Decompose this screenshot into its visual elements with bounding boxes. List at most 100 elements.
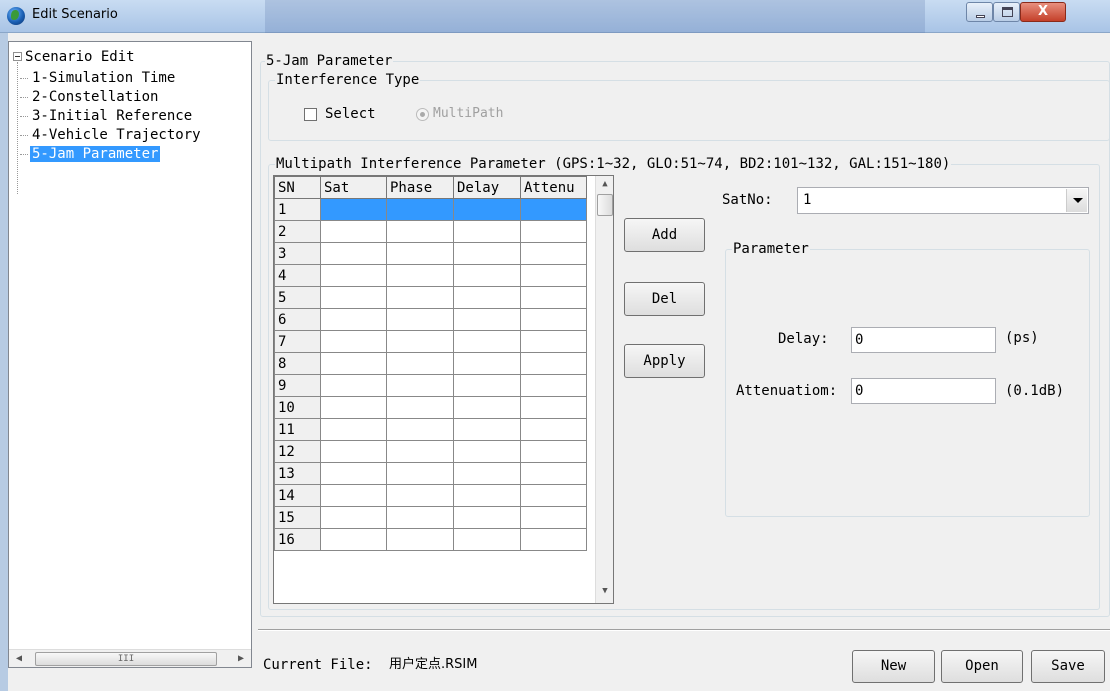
row-sn[interactable]: 10 — [274, 396, 321, 419]
cell-delay[interactable] — [453, 308, 521, 331]
cell-attenu[interactable] — [520, 220, 587, 243]
chevron-down-icon[interactable] — [1066, 189, 1087, 212]
cell-phase[interactable] — [386, 484, 454, 507]
cell-sat[interactable] — [320, 418, 387, 441]
row-sn[interactable]: 16 — [274, 528, 321, 551]
cell-sat[interactable] — [320, 484, 387, 507]
scenario-tree[interactable]: Scenario Edit 1-Simulation Time 2-Conste… — [8, 41, 252, 668]
cell-phase[interactable] — [386, 462, 454, 485]
cell-sat[interactable] — [320, 462, 387, 485]
scroll-right-icon[interactable]: ▶ — [235, 653, 247, 665]
cell-attenu[interactable] — [520, 418, 587, 441]
table-row[interactable]: 13 — [274, 462, 587, 485]
cell-sat[interactable] — [320, 198, 387, 221]
table-row[interactable]: 5 — [274, 286, 587, 309]
cell-sat[interactable] — [320, 286, 387, 309]
cell-attenu[interactable] — [520, 506, 587, 529]
scroll-thumb[interactable] — [597, 194, 613, 216]
cell-delay[interactable] — [453, 264, 521, 287]
add-button[interactable]: Add — [624, 218, 705, 252]
cell-sat[interactable] — [320, 440, 387, 463]
cell-phase[interactable] — [386, 440, 454, 463]
select-checkbox[interactable] — [304, 108, 317, 121]
grid-header-attenu[interactable]: Attenu — [520, 176, 587, 199]
cell-delay[interactable] — [453, 462, 521, 485]
cell-sat[interactable] — [320, 352, 387, 375]
tree-item-jam-parameter[interactable]: 5-Jam Parameter — [20, 145, 162, 164]
tree-item-vehicle-trajectory[interactable]: 4-Vehicle Trajectory — [20, 126, 203, 145]
tree-item-constellation[interactable]: 2-Constellation — [20, 88, 160, 107]
cell-phase[interactable] — [386, 242, 454, 265]
minimize-button[interactable] — [966, 2, 993, 22]
cell-phase[interactable] — [386, 308, 454, 331]
tree-horizontal-scrollbar[interactable]: ◀ III ▶ — [9, 649, 251, 667]
scroll-up-icon[interactable]: ▲ — [599, 179, 611, 189]
row-sn[interactable]: 6 — [274, 308, 321, 331]
row-sn[interactable]: 11 — [274, 418, 321, 441]
cell-phase[interactable] — [386, 220, 454, 243]
table-row[interactable]: 10 — [274, 396, 587, 419]
row-sn[interactable]: 15 — [274, 506, 321, 529]
row-sn[interactable]: 5 — [274, 286, 321, 309]
table-row[interactable]: 3 — [274, 242, 587, 265]
attenuation-field[interactable]: 0 — [851, 378, 996, 404]
row-sn[interactable]: 4 — [274, 264, 321, 287]
cell-attenu[interactable] — [520, 308, 587, 331]
tree-root[interactable]: Scenario Edit — [13, 48, 135, 66]
cell-delay[interactable] — [453, 484, 521, 507]
del-button[interactable]: Del — [624, 282, 705, 316]
cell-attenu[interactable] — [520, 352, 587, 375]
table-row[interactable]: 12 — [274, 440, 587, 463]
cell-phase[interactable] — [386, 418, 454, 441]
cell-phase[interactable] — [386, 198, 454, 221]
save-button[interactable]: Save — [1031, 650, 1105, 683]
cell-phase[interactable] — [386, 286, 454, 309]
cell-delay[interactable] — [453, 198, 521, 221]
row-sn[interactable]: 12 — [274, 440, 321, 463]
cell-sat[interactable] — [320, 330, 387, 353]
cell-delay[interactable] — [453, 374, 521, 397]
row-sn[interactable]: 3 — [274, 242, 321, 265]
cell-delay[interactable] — [453, 242, 521, 265]
table-row[interactable]: 1 — [274, 198, 587, 221]
cell-phase[interactable] — [386, 396, 454, 419]
scroll-thumb[interactable]: III — [35, 652, 217, 666]
cell-delay[interactable] — [453, 286, 521, 309]
delay-field[interactable]: 0 — [851, 327, 996, 353]
cell-delay[interactable] — [453, 396, 521, 419]
row-sn[interactable]: 8 — [274, 352, 321, 375]
new-button[interactable]: New — [852, 650, 935, 683]
open-button[interactable]: Open — [941, 650, 1023, 683]
satno-select[interactable]: 1 — [797, 187, 1089, 214]
cell-attenu[interactable] — [520, 286, 587, 309]
apply-button[interactable]: Apply — [624, 344, 705, 378]
cell-attenu[interactable] — [520, 528, 587, 551]
cell-attenu[interactable] — [520, 264, 587, 287]
table-row[interactable]: 7 — [274, 330, 587, 353]
cell-attenu[interactable] — [520, 242, 587, 265]
scroll-down-icon[interactable]: ▼ — [599, 586, 611, 596]
table-row[interactable]: 15 — [274, 506, 587, 529]
table-row[interactable]: 16 — [274, 528, 587, 551]
row-sn[interactable]: 1 — [274, 198, 321, 221]
grid-vertical-scrollbar[interactable]: ▲ ▼ — [595, 176, 613, 603]
tree-item-simulation-time[interactable]: 1-Simulation Time — [20, 69, 177, 88]
row-sn[interactable]: 9 — [274, 374, 321, 397]
row-sn[interactable]: 13 — [274, 462, 321, 485]
cell-delay[interactable] — [453, 330, 521, 353]
row-sn[interactable]: 7 — [274, 330, 321, 353]
cell-phase[interactable] — [386, 374, 454, 397]
table-row[interactable]: 14 — [274, 484, 587, 507]
table-row[interactable]: 9 — [274, 374, 587, 397]
cell-sat[interactable] — [320, 528, 387, 551]
grid-header-sn[interactable]: SN — [274, 176, 321, 199]
cell-sat[interactable] — [320, 308, 387, 331]
table-row[interactable]: 2 — [274, 220, 587, 243]
cell-phase[interactable] — [386, 528, 454, 551]
tree-item-initial-reference[interactable]: 3-Initial Reference — [20, 107, 194, 126]
cell-sat[interactable] — [320, 264, 387, 287]
multipath-grid[interactable]: SN Sat Phase Delay Attenu 1 2 3 4 5 6 7 8 9 10 11 1… — [273, 175, 614, 604]
close-button[interactable]: X — [1020, 2, 1066, 22]
cell-attenu[interactable] — [520, 396, 587, 419]
cell-attenu[interactable] — [520, 440, 587, 463]
